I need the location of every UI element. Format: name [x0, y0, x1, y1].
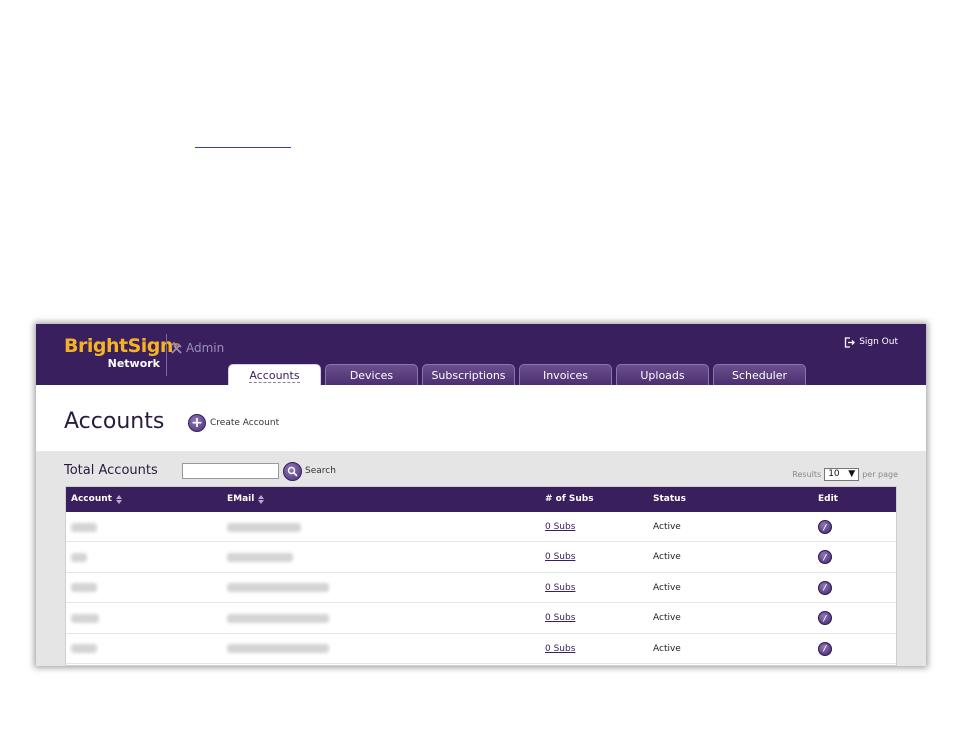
col-edit: Edit [818, 494, 838, 504]
subs-cell: 0 Subs [545, 634, 575, 664]
account-cell [71, 634, 97, 664]
create-account-button[interactable]: + Create Account [188, 414, 279, 432]
logo-divider [166, 334, 167, 376]
sign-out-label: Sign Out [859, 337, 898, 347]
email-cell [227, 573, 329, 603]
edit-cell: / [818, 512, 832, 542]
tab-subscriptions[interactable]: Subscriptions [422, 364, 515, 385]
edit-cell: / [818, 603, 832, 633]
sign-out-button[interactable]: Sign Out [844, 335, 898, 349]
accounts-table: Account EMail # of Subs Status Edit 0 Su… [65, 486, 897, 666]
app-window: BrightSign® Network Admin Sign Out Accou… [36, 324, 926, 666]
page-title: Accounts [64, 409, 165, 434]
results-suffix: per page [862, 469, 898, 479]
admin-label-text: Admin [186, 341, 225, 355]
tab-uploads[interactable]: Uploads [616, 364, 709, 385]
col-status: Status [653, 494, 686, 504]
sign-out-icon [845, 336, 856, 348]
status-cell: Active [653, 552, 681, 563]
header-bar: BrightSign® Network Admin Sign Out Accou… [36, 324, 926, 385]
account-cell [71, 603, 99, 633]
col-account-label: Account [71, 494, 112, 504]
dropdown-arrow-icon: ▼ [848, 469, 856, 479]
page-header: Accounts + Create Account [36, 385, 926, 451]
pencil-icon[interactable]: / [818, 550, 832, 565]
account-cell [71, 512, 97, 542]
subs-link[interactable]: 0 Subs [545, 552, 575, 562]
subs-cell: 0 Subs [545, 573, 575, 603]
top-link-underline[interactable] [195, 134, 291, 148]
table-row: 0 Subs Active / [66, 512, 896, 543]
table-row: 0 Subs Active / [66, 573, 896, 604]
brightsign-logo[interactable]: BrightSign® Network [64, 335, 180, 379]
tab-accounts[interactable]: Accounts [228, 364, 321, 385]
create-account-label: Create Account [210, 418, 280, 428]
subs-cell: 0 Subs [545, 603, 575, 633]
tools-icon [171, 341, 182, 354]
col-email-label: EMail [227, 494, 255, 504]
search-label: Search [305, 466, 336, 476]
table-header: Account EMail # of Subs Status Edit [66, 487, 896, 512]
search-input[interactable] [182, 463, 279, 479]
pencil-icon[interactable]: / [818, 641, 832, 656]
subs-link[interactable]: 0 Subs [545, 522, 575, 532]
subs-cell: 0 Subs [545, 512, 575, 542]
total-accounts-label: Total Accounts [64, 463, 158, 478]
subs-cell: 0 Subs [545, 542, 575, 572]
table-row: 0 Subs Active / [66, 542, 896, 573]
status-cell: Active [653, 643, 681, 654]
tab-invoices[interactable]: Invoices [519, 364, 612, 385]
subs-link[interactable]: 0 Subs [545, 644, 575, 654]
edit-cell: / [818, 634, 832, 664]
table-row: 0 Subs Active / [66, 634, 896, 664]
results-per-page: Results 10 ▼ per page [792, 467, 898, 481]
sort-icon [258, 495, 265, 504]
accounts-panel: Total Accounts Search Results 10 ▼ per p… [36, 451, 926, 666]
pencil-icon[interactable]: / [818, 520, 832, 534]
status-cell: Active [653, 522, 681, 532]
edit-cell: / [818, 542, 832, 572]
col-email[interactable]: EMail [227, 487, 265, 512]
col-account[interactable]: Account [71, 487, 122, 512]
col-subs: # of Subs [545, 494, 594, 504]
subs-link[interactable]: 0 Subs [545, 613, 575, 623]
results-select-value: 10 [828, 469, 840, 479]
plus-icon: + [188, 414, 206, 432]
email-cell [227, 603, 329, 633]
tab-devices[interactable]: Devices [325, 364, 418, 385]
subs-link[interactable]: 0 Subs [545, 583, 575, 593]
status-cell: Active [653, 582, 681, 593]
sort-icon [115, 495, 122, 504]
results-select[interactable]: 10 ▼ [824, 467, 860, 481]
email-cell [227, 634, 329, 664]
email-cell [227, 512, 301, 542]
logo-sub: Network [107, 357, 160, 370]
pencil-icon[interactable]: / [818, 580, 832, 595]
pencil-icon[interactable]: / [818, 611, 832, 626]
tab-scheduler[interactable]: Scheduler [713, 364, 806, 385]
edit-cell: / [818, 573, 832, 603]
admin-label: Admin [170, 340, 224, 356]
search-button[interactable]: Search [283, 461, 336, 481]
table-row: 0 Subs Active / [66, 603, 896, 634]
account-cell [71, 573, 97, 603]
main-tabs: Accounts Devices Subscriptions Invoices … [228, 364, 806, 385]
status-cell: Active [653, 613, 681, 624]
account-cell [71, 542, 87, 572]
logo-brand: BrightSign® [64, 335, 180, 357]
magnifier-icon [283, 461, 302, 481]
results-prefix: Results [792, 469, 822, 479]
email-cell [227, 542, 293, 572]
